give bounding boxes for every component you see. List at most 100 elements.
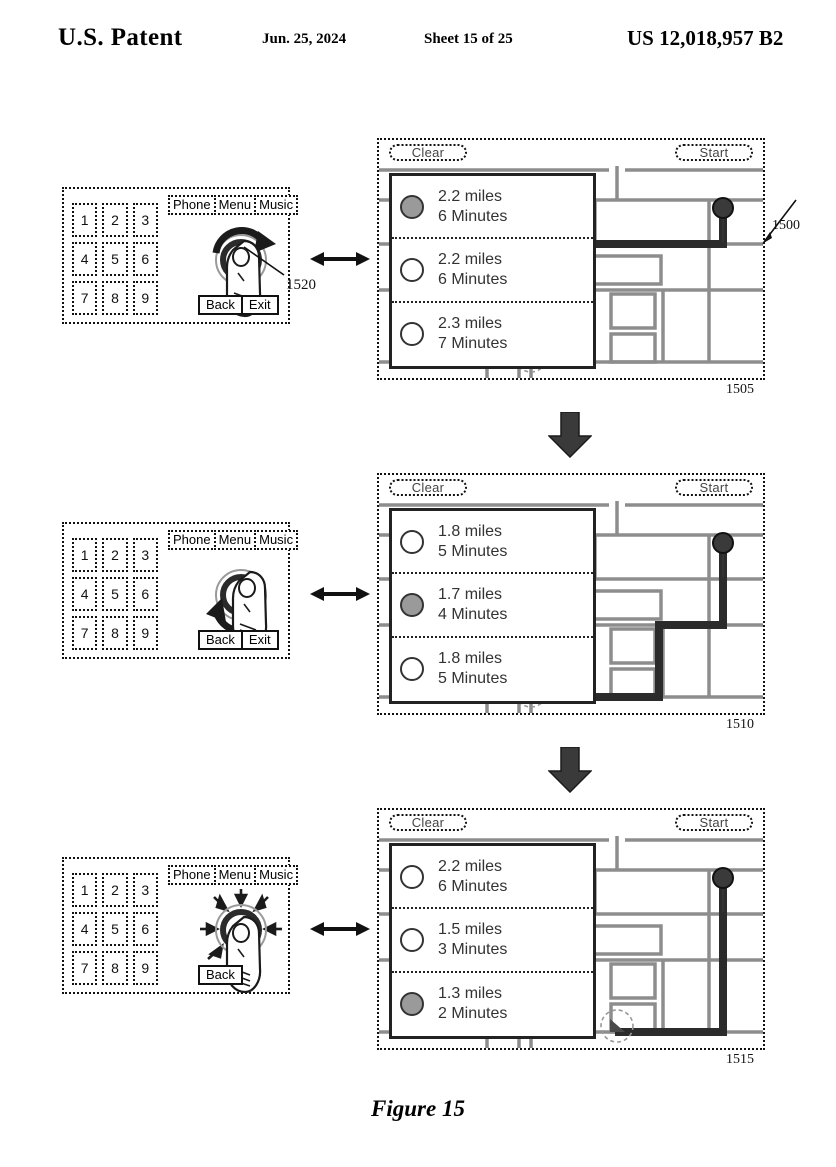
key-3[interactable]: 3: [132, 203, 158, 237]
key-1[interactable]: 1: [72, 538, 98, 572]
key-5[interactable]: 5: [102, 912, 128, 946]
route-option-row[interactable]: 1.5 miles 3 Minutes: [392, 909, 593, 973]
music-button[interactable]: Music: [254, 195, 299, 215]
route-option-row[interactable]: 1.8 miles 5 Minutes: [392, 511, 593, 575]
key-6[interactable]: 6: [132, 577, 158, 611]
figure-caption: Figure 15: [371, 1096, 465, 1121]
destination-pin-icon: [712, 867, 734, 912]
route-duration: 6 Minutes: [438, 207, 508, 225]
menu-button[interactable]: Menu: [213, 530, 257, 550]
key-7[interactable]: 7: [72, 951, 98, 985]
key-5[interactable]: 5: [102, 577, 128, 611]
patent-sheet-number: Sheet 15 of 25: [424, 31, 513, 47]
key-7[interactable]: 7: [72, 281, 98, 315]
numeric-keypad[interactable]: 1 2 3 4 5 6 7 8 9: [72, 203, 158, 315]
phone-button[interactable]: Phone: [168, 195, 216, 215]
route-option-row[interactable]: 2.2 miles 6 Minutes: [392, 239, 593, 303]
clear-button[interactable]: Clear: [389, 144, 467, 161]
key-2[interactable]: 2: [102, 873, 128, 907]
route-option-text: 1.8 miles 5 Minutes: [438, 649, 507, 689]
back-button[interactable]: Back: [198, 965, 243, 985]
exit-button[interactable]: Exit: [240, 630, 279, 650]
key-9[interactable]: 9: [132, 281, 158, 315]
key-2[interactable]: 2: [102, 538, 128, 572]
key-4[interactable]: 4: [72, 577, 98, 611]
music-button[interactable]: Music: [254, 865, 299, 885]
route-option-text: 1.8 miles 5 Minutes: [438, 522, 507, 562]
menu-button[interactable]: Menu: [213, 865, 257, 885]
display-toolbar: Clear Start: [379, 475, 763, 501]
key-8[interactable]: 8: [102, 281, 128, 315]
route-distance: 1.7 miles: [438, 585, 503, 603]
vehicle-controller-3[interactable]: 1 2 3 4 5 6 7 8 9 Phone Menu Music Back: [62, 857, 299, 994]
key-3[interactable]: 3: [132, 538, 158, 572]
head-unit-display-1515[interactable]: Clear Start 2.2 miles 6 Minutes 1.5 mile…: [377, 808, 765, 1050]
route-radio-icon[interactable]: [400, 864, 424, 889]
route-radio-icon[interactable]: [400, 322, 424, 347]
key-4[interactable]: 4: [72, 242, 98, 276]
controller-top-buttons: Phone Menu Music: [168, 195, 299, 215]
route-option-row[interactable]: 1.7 miles 4 Minutes: [392, 574, 593, 638]
route-distance: 2.3 miles: [438, 315, 503, 333]
route-radio-icon[interactable]: [400, 927, 424, 952]
key-1[interactable]: 1: [72, 873, 98, 907]
route-radio-icon[interactable]: [400, 529, 424, 554]
reference-numeral-1505: 1505: [726, 382, 754, 397]
phone-button[interactable]: Phone: [168, 865, 216, 885]
ok-knob[interactable]: [220, 909, 262, 951]
key-5[interactable]: 5: [102, 242, 128, 276]
ok-knob[interactable]: OK: [220, 574, 262, 616]
clear-button[interactable]: Clear: [389, 479, 467, 496]
route-duration: 2 Minutes: [438, 1005, 508, 1023]
route-radio-selected-icon[interactable]: [400, 992, 424, 1017]
key-6[interactable]: 6: [132, 242, 158, 276]
start-button[interactable]: Start: [675, 814, 753, 831]
key-1[interactable]: 1: [72, 203, 98, 237]
key-9[interactable]: 9: [132, 616, 158, 650]
exit-button[interactable]: Exit: [240, 295, 279, 315]
route-option-row[interactable]: 2.2 miles 6 Minutes: [392, 176, 593, 240]
route-duration: 5 Minutes: [438, 670, 508, 688]
flow-down-arrow-2: [548, 747, 592, 793]
music-button[interactable]: Music: [254, 530, 299, 550]
route-distance: 1.3 miles: [438, 985, 503, 1003]
key-2[interactable]: 2: [102, 203, 128, 237]
head-unit-display-1500[interactable]: Clear Start 2.2 miles 6 Minutes 2.2 mile…: [377, 138, 765, 380]
start-button[interactable]: Start: [675, 144, 753, 161]
route-option-list-2[interactable]: 1.8 miles 5 Minutes 1.7 miles 4 Minutes …: [389, 508, 596, 704]
patent-number: US 12,018,957 B2: [627, 26, 784, 50]
key-4[interactable]: 4: [72, 912, 98, 946]
key-9[interactable]: 9: [132, 951, 158, 985]
clear-button[interactable]: Clear: [389, 814, 467, 831]
route-option-list-1[interactable]: 2.2 miles 6 Minutes 2.2 miles 6 Minutes …: [389, 173, 596, 369]
route-distance: 2.2 miles: [438, 857, 503, 875]
controller-top-buttons: Phone Menu Music: [168, 865, 299, 885]
phone-button[interactable]: Phone: [168, 530, 216, 550]
vehicle-controller-1[interactable]: 1 2 3 4 5 6 7 8 9 Phone Menu Music Back …: [62, 187, 316, 324]
route-option-list-3[interactable]: 2.2 miles 6 Minutes 1.5 miles 3 Minutes …: [389, 843, 596, 1039]
key-8[interactable]: 8: [102, 616, 128, 650]
route-radio-icon[interactable]: [400, 257, 424, 282]
route-radio-selected-icon[interactable]: [400, 194, 424, 219]
back-button[interactable]: Back: [198, 630, 243, 650]
route-option-row[interactable]: 1.8 miles 5 Minutes: [392, 638, 593, 701]
vehicle-controller-2[interactable]: 1 2 3 4 5 6 7 8 9 Phone Menu Music Back …: [62, 522, 299, 659]
route-option-row[interactable]: 2.3 miles 7 Minutes: [392, 303, 593, 366]
route-option-row[interactable]: 2.2 miles 6 Minutes: [392, 846, 593, 910]
route-option-row[interactable]: 1.3 miles 2 Minutes: [392, 973, 593, 1036]
reference-numeral-1510: 1510: [726, 717, 754, 732]
key-3[interactable]: 3: [132, 873, 158, 907]
numeric-keypad[interactable]: 1 2 3 4 5 6 7 8 9: [72, 538, 158, 650]
controller-top-buttons: Phone Menu Music: [168, 530, 299, 550]
key-8[interactable]: 8: [102, 951, 128, 985]
head-unit-display-1510[interactable]: Clear Start 1.8 miles 5 Minutes 1.7 mile…: [377, 473, 765, 715]
route-radio-selected-icon[interactable]: [400, 592, 424, 617]
back-button[interactable]: Back: [198, 295, 243, 315]
numeric-keypad[interactable]: 1 2 3 4 5 6 7 8 9: [72, 873, 158, 985]
knob-leader-line: [243, 246, 285, 276]
key-6[interactable]: 6: [132, 912, 158, 946]
route-radio-icon[interactable]: [400, 657, 424, 682]
start-button[interactable]: Start: [675, 479, 753, 496]
menu-button[interactable]: Menu: [213, 195, 257, 215]
key-7[interactable]: 7: [72, 616, 98, 650]
